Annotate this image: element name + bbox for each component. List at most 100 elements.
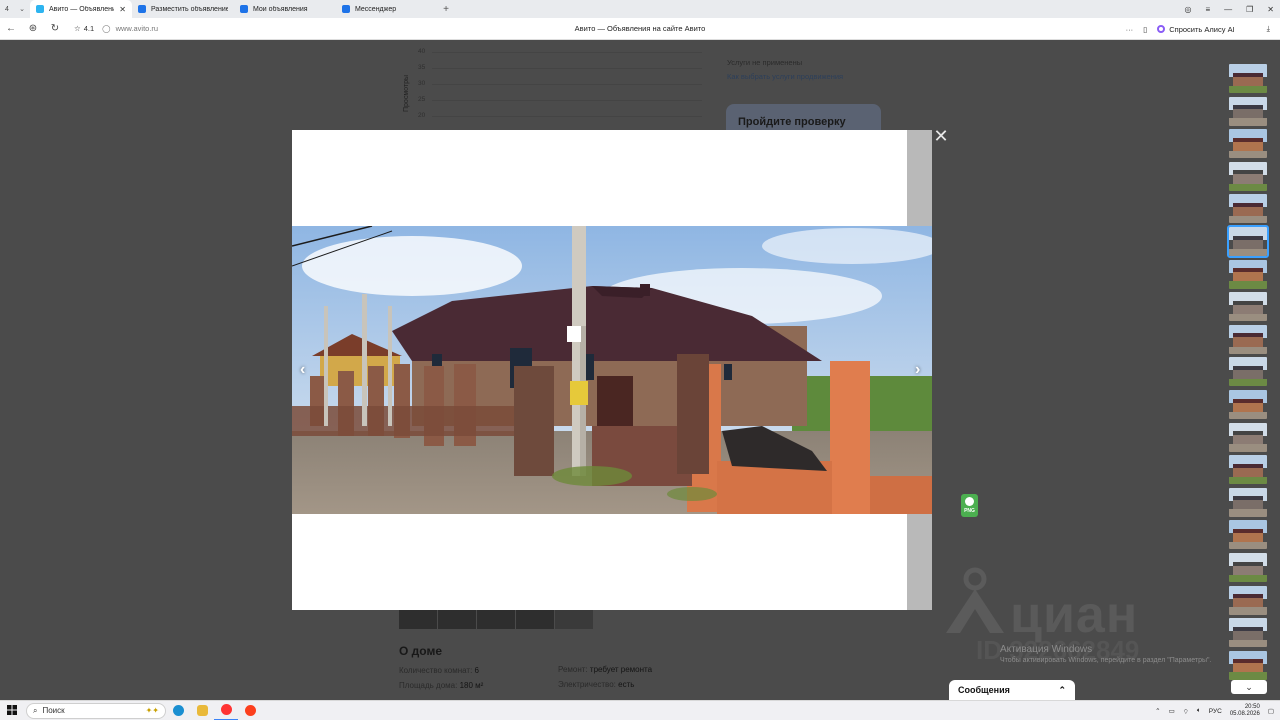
viewer-thumbnail[interactable] [1229,455,1267,485]
chevron-up-icon[interactable]: ⌃ [1155,707,1160,715]
battery-icon[interactable]: ▭ [1169,707,1175,715]
network-icon[interactable]: ⌔ [1183,707,1189,716]
taskbar-yandex[interactable] [238,701,262,720]
clock[interactable]: 20:50 05.08.2026 [1230,704,1260,718]
tab-messenger[interactable]: Мессенджер [336,0,438,18]
notifications-icon[interactable]: ▢ [1268,707,1274,715]
avito-icon [240,5,248,13]
viewer-thumbnail[interactable] [1229,520,1267,550]
about-value: есть [618,680,635,689]
gallery-thumb[interactable] [555,610,593,629]
viewer-thumbnail[interactable] [1229,292,1267,322]
clock-date: 05.08.2026 [1229,711,1260,717]
viewer-thumbnail[interactable] [1229,161,1267,191]
png-badge[interactable]: PNG [961,494,978,517]
about-value: 6 [474,666,479,675]
gallery-thumb[interactable] [399,610,437,629]
taskbar-search[interactable]: ⌕ Поиск ✦✦ [26,702,166,719]
thumbs-scroll-down[interactable]: ⌄ [1231,680,1267,694]
gallery-thumb[interactable] [477,610,515,629]
tab-post-ad[interactable]: Разместить объявление [132,0,234,18]
page-title: Авито — Объявления на сайте Авито [574,24,706,33]
sparkle-icon: ✦✦ [145,706,159,715]
avito-icon [36,5,44,13]
yandex-icon [244,705,256,716]
site-rating[interactable]: ☆ 4.1 [74,24,94,33]
next-photo-button[interactable]: › [915,361,920,379]
edge-icon [172,705,184,716]
chart-tick: 40 [418,48,426,55]
promo-link[interactable]: Как выбрать услуги продвижения [727,72,843,81]
viewer-thumbnail[interactable] [1229,650,1267,680]
close-icon[interactable]: ✕ [119,5,126,14]
download-icon[interactable]: ⤓ [1267,24,1270,34]
about-label: Площадь дома: [399,681,458,690]
chart-tick: 20 [418,112,426,119]
gridline [432,68,702,69]
viewer-thumbnail[interactable] [1227,224,1269,258]
chevron-down-icon[interactable]: ⌄ [14,5,30,13]
verify-title: Пройдите проверку [738,116,846,128]
viewer-thumbnail[interactable] [1229,487,1267,517]
png-icon [965,497,974,506]
back-icon[interactable]: ← [0,23,22,34]
house-photo-image [292,226,932,514]
prev-photo-button[interactable]: ‹ [300,361,305,379]
close-window-icon[interactable]: ✕ [1267,5,1274,14]
viewer-thumbnail[interactable] [1229,389,1267,419]
messenger-icon [342,5,350,13]
thumb-ground [1229,150,1267,159]
maximize-icon[interactable]: ❐ [1246,5,1253,14]
about-label: Количество комнат: [399,666,473,675]
start-button[interactable] [0,704,24,718]
taskbar-explorer[interactable] [190,701,214,720]
about-row: Ремонт: требует ремонта [558,665,652,680]
gridline [432,100,702,101]
volume-icon[interactable]: 🔈︎ [1197,707,1201,715]
viewer-thumbnail[interactable] [1229,194,1267,224]
viewer-thumbnail[interactable] [1229,129,1267,159]
url-field[interactable]: ◯ www.avito.ru [102,24,158,33]
about-value: требует ремонта [589,665,653,674]
about-house: О доме Количество комнат: 6 Площадь дома… [399,644,483,696]
shield-icon[interactable]: ⊛ [22,23,44,34]
more-icon[interactable]: ··· [1126,25,1134,34]
minimize-icon[interactable]: — [1224,5,1232,14]
close-viewer-button[interactable]: ✕ [932,127,950,145]
viewer-thumbnail[interactable] [1229,96,1267,126]
viewer-thumbnail-strip [1227,64,1269,683]
menu-icon[interactable]: ≡ [1205,5,1210,14]
thumb-ground [1229,607,1267,615]
bookmark-icon[interactable]: ▯ [1143,25,1147,34]
tab-avito[interactable]: Авито — Объявления ✕ [30,0,132,18]
ask-alice-button[interactable]: Спросить Алису AI [1157,25,1235,34]
tab-my-ads[interactable]: Мои объявления [234,0,336,18]
reload-icon[interactable]: ↻ [44,23,66,34]
tab-label: Авито — Объявления [49,5,115,13]
language-indicator[interactable]: РУС [1209,708,1222,715]
viewer-thumbnail[interactable] [1229,357,1267,387]
chevron-up-icon[interactable]: ⌃ [1058,685,1066,696]
profile-icon[interactable]: ◎ [1184,5,1191,14]
house-photo[interactable] [292,226,932,514]
close-icon: ✕ [933,126,949,146]
star-icon: ☆ [74,24,81,33]
gallery-thumbs-bottom [399,610,593,629]
taskbar-edge[interactable] [166,701,190,720]
viewer-thumbnail[interactable] [1229,324,1267,354]
gridline [432,84,702,85]
viewer-thumbnail[interactable] [1229,422,1267,452]
new-tab-button[interactable]: + [438,4,454,15]
messages-panel[interactable]: Сообщения ⌃ [949,680,1075,700]
tab-count[interactable]: 4 [0,6,14,13]
viewer-thumbnail[interactable] [1229,585,1267,615]
viewer-thumbnail[interactable] [1229,618,1267,648]
gallery-thumb[interactable] [516,610,554,629]
thumb-ground [1229,672,1267,680]
thumb-ground [1229,639,1267,648]
viewer-thumbnail[interactable] [1229,552,1267,582]
taskbar-yandex-browser[interactable] [214,701,238,720]
viewer-thumbnail[interactable] [1229,259,1267,289]
viewer-thumbnail[interactable] [1229,64,1267,93]
gallery-thumb[interactable] [438,610,476,629]
